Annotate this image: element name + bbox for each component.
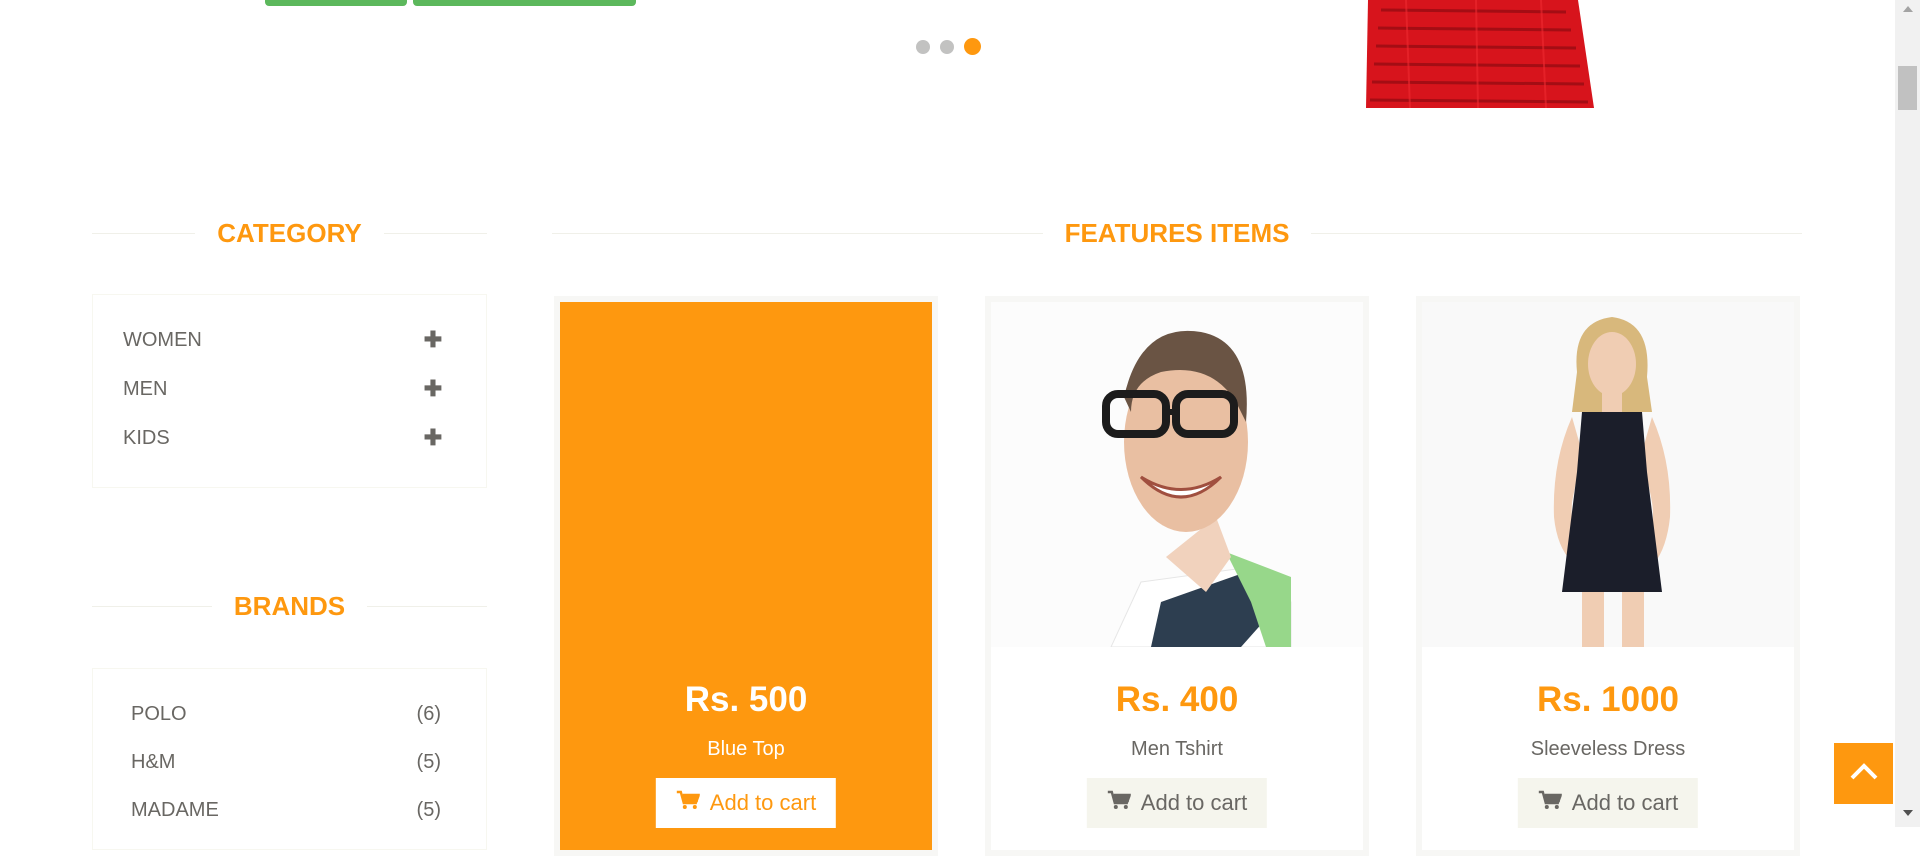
slider-model-image xyxy=(1366,0,1626,108)
product-name: Blue Top xyxy=(707,738,785,760)
category-label: WOMEN xyxy=(123,328,202,351)
slider-get-button[interactable] xyxy=(413,0,636,6)
category-label: MEN xyxy=(123,377,168,400)
shopping-cart-icon xyxy=(1538,790,1563,816)
brand-name: H&M xyxy=(131,750,176,773)
category-title: CATEGORY xyxy=(217,217,362,248)
product-card-sleeveless-dress[interactable]: Rs. 1000 Sleeveless Dress Add to cart xyxy=(1416,296,1800,856)
product-price: Rs. 500 xyxy=(684,680,808,719)
add-to-cart-label: Add to cart xyxy=(1571,790,1679,815)
scroll-down-arrow-icon[interactable] xyxy=(1903,810,1913,816)
category-item-kids[interactable]: KIDS ✚ xyxy=(123,423,443,453)
category-item-men[interactable]: MEN ✚ xyxy=(123,374,443,404)
category-item-women[interactable]: WOMEN ✚ xyxy=(123,325,443,355)
add-to-cart-label: Add to cart xyxy=(709,790,817,815)
brands-heading: BRANDS xyxy=(92,590,488,621)
carousel-indicators xyxy=(916,38,981,55)
product-card-men-tshirt[interactable]: Rs. 400 Men Tshirt Add to cart xyxy=(985,296,1369,856)
brands-title: BRANDS xyxy=(233,590,346,621)
product-price: Rs. 1000 xyxy=(1536,680,1680,719)
features-heading: FEATURES ITEMS xyxy=(552,217,1803,248)
brand-item-polo[interactable]: POLO (6) xyxy=(131,699,441,729)
carousel-dot-1[interactable] xyxy=(916,39,930,54)
shopping-cart-icon xyxy=(1107,790,1132,816)
plus-icon[interactable]: ✚ xyxy=(423,425,443,451)
category-label: KIDS xyxy=(123,426,170,449)
brand-name: MADAME xyxy=(131,798,219,821)
slider-test-button[interactable] xyxy=(265,0,407,6)
features-title: FEATURES ITEMS xyxy=(1064,217,1290,248)
product-image xyxy=(1422,302,1794,647)
add-to-cart-button[interactable]: Add to cart xyxy=(1517,778,1699,828)
add-to-cart-button[interactable]: Add to cart xyxy=(1086,778,1268,828)
brand-count: (6) xyxy=(416,702,441,725)
add-to-cart-label: Add to cart xyxy=(1140,790,1248,815)
page-scrollbar[interactable] xyxy=(1895,0,1920,827)
scroll-to-top-button[interactable] xyxy=(1834,743,1893,804)
product-name: Sleeveless Dress xyxy=(1530,738,1686,760)
carousel-dot-2[interactable] xyxy=(940,39,954,54)
brand-name: POLO xyxy=(131,702,187,725)
carousel-dot-3-active[interactable] xyxy=(964,38,981,55)
product-price: Rs. 400 xyxy=(1115,680,1239,719)
plus-icon[interactable]: ✚ xyxy=(423,376,443,402)
brand-count: (5) xyxy=(416,798,441,821)
shopping-cart-icon xyxy=(676,790,701,816)
product-name: Men Tshirt xyxy=(1131,738,1223,760)
brand-count: (5) xyxy=(416,750,441,773)
category-panel: WOMEN ✚ MEN ✚ KIDS ✚ xyxy=(92,294,487,488)
product-card-blue-top[interactable]: Rs. 500 Blue Top Add to cart xyxy=(554,296,938,856)
brand-item-hm[interactable]: H&M (5) xyxy=(131,747,441,777)
brands-panel: POLO (6) H&M (5) MADAME (5) xyxy=(92,668,487,850)
brand-item-madame[interactable]: MADAME (5) xyxy=(131,795,441,825)
product-image xyxy=(991,302,1363,647)
scroll-up-arrow-icon[interactable] xyxy=(1903,6,1913,12)
category-heading: CATEGORY xyxy=(92,217,488,248)
add-to-cart-button[interactable]: Add to cart xyxy=(655,778,837,828)
plus-icon[interactable]: ✚ xyxy=(423,327,443,353)
scroll-thumb[interactable] xyxy=(1898,66,1917,110)
chevron-up-icon xyxy=(1849,761,1879,786)
product-image xyxy=(560,302,932,647)
